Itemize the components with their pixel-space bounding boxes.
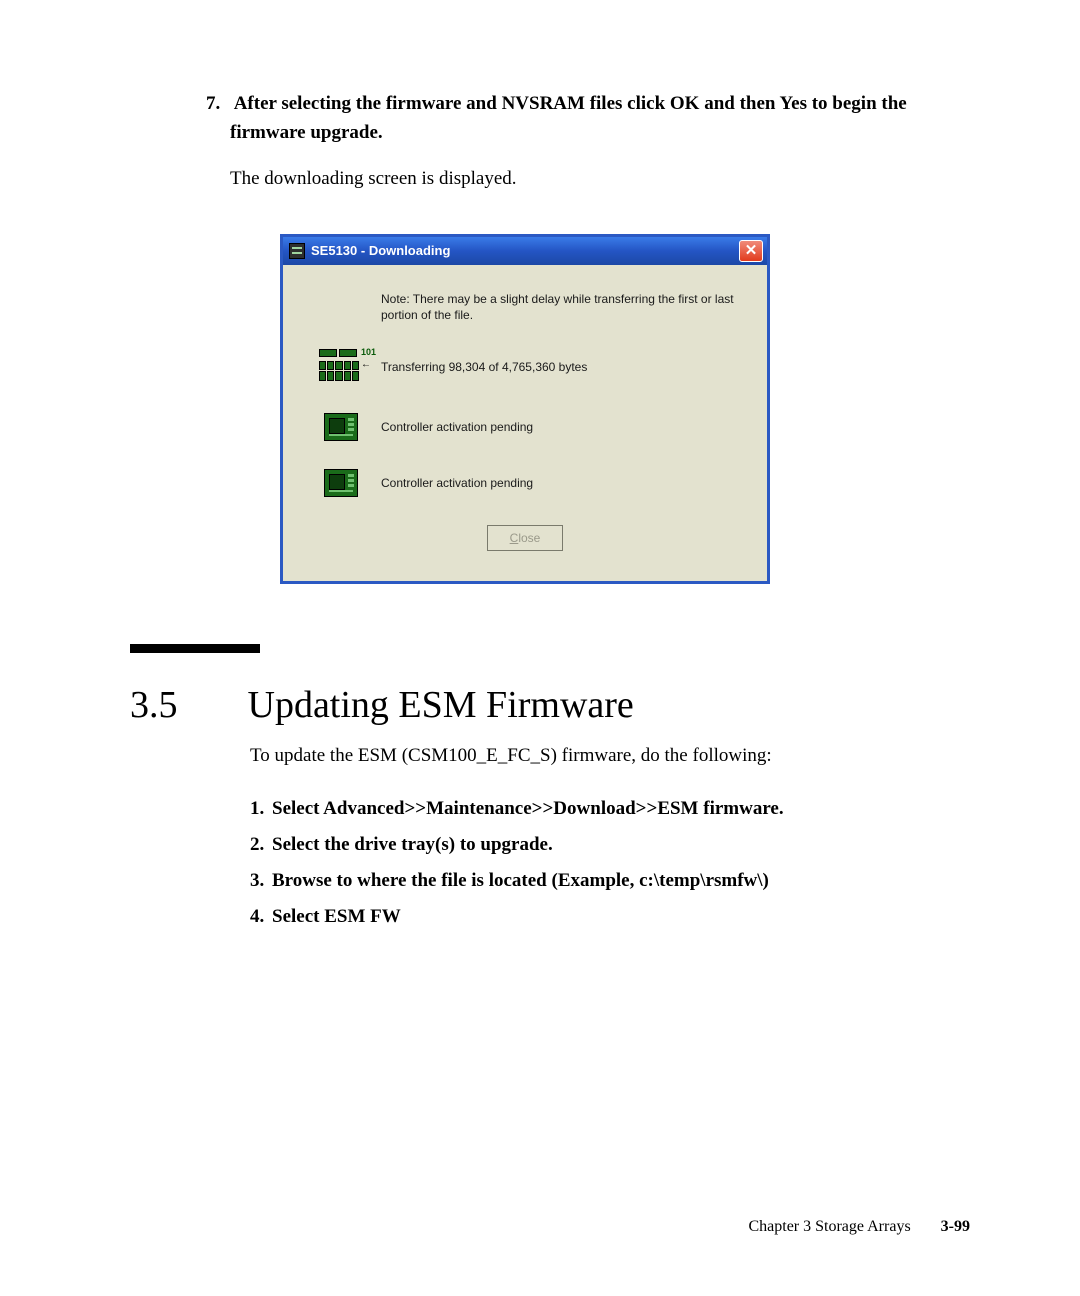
dialog-title: SE5130 - Downloading <box>311 243 450 258</box>
section-number: 3.5 <box>130 683 178 727</box>
close-icon[interactable]: ✕ <box>739 240 763 262</box>
close-button[interactable]: Close <box>487 525 563 551</box>
controller-1-text: Controller activation pending <box>381 419 749 435</box>
list-item: 4.Select ESM FW <box>250 899 970 935</box>
list-item: 2.Select the drive tray(s) to upgrade. <box>250 827 970 863</box>
arrow-icon: ← <box>361 359 371 370</box>
transfer-row: 101 ← Transferring 98,304 of 4,765,360 b… <box>301 349 749 385</box>
step-bold-text: After selecting the firmware and NVSRAM … <box>230 93 907 143</box>
dialog-note: Note: There may be a slight delay while … <box>381 291 749 323</box>
footer-chapter: Chapter 3 Storage Arrays <box>748 1218 910 1235</box>
list-item: 1.Select Advanced>>Maintenance>>Download… <box>250 791 970 827</box>
close-button-label: Close <box>510 531 541 545</box>
downloading-dialog: SE5130 - Downloading ✕ Note: There may b… <box>280 234 770 584</box>
ordered-steps: 1.Select Advanced>>Maintenance>>Download… <box>250 791 970 935</box>
transfer-text: Transferring 98,304 of 4,765,360 bytes <box>381 359 749 375</box>
label-101: 101 <box>361 347 376 357</box>
controller-icon <box>324 413 358 441</box>
section-intro: To update the ESM (CSM100_E_FC_S) firmwa… <box>250 745 970 767</box>
transfer-icon: 101 ← <box>319 349 363 385</box>
controller-row-2: Controller activation pending <box>301 469 749 497</box>
step-description: The downloading screen is displayed. <box>230 165 970 194</box>
footer-page-number: 3-99 <box>941 1218 970 1235</box>
dialog-titlebar: SE5130 - Downloading ✕ <box>283 237 767 265</box>
list-item: 3.Browse to where the file is located (E… <box>250 863 970 899</box>
controller-icon <box>324 469 358 497</box>
section-title: Updating ESM Firmware <box>248 683 634 727</box>
page-footer: Chapter 3 Storage Arrays 3-99 <box>748 1218 970 1236</box>
step-7: 7. After selecting the firmware and NVSR… <box>230 90 970 194</box>
section-heading: 3.5 Updating ESM Firmware <box>130 683 970 727</box>
app-icon <box>289 243 305 259</box>
section-rule <box>130 644 260 653</box>
controller-row-1: Controller activation pending <box>301 413 749 441</box>
step-number: 7. <box>206 90 230 119</box>
controller-2-text: Controller activation pending <box>381 475 749 491</box>
note-row: Note: There may be a slight delay while … <box>301 291 749 323</box>
